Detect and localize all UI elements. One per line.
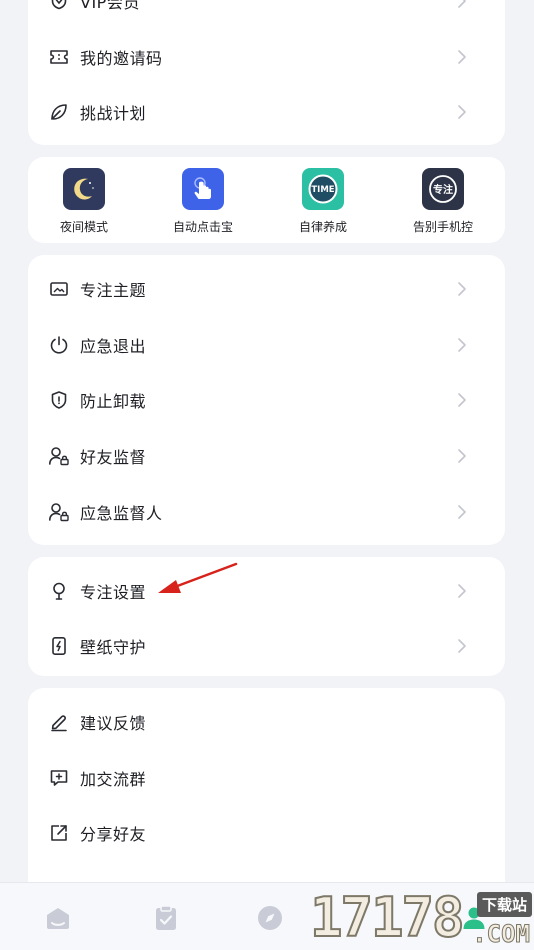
watermark-domain: .COM (472, 920, 531, 949)
power-icon (48, 334, 70, 356)
menu-label: 好友监督 (80, 448, 147, 467)
watermark-digits: 17178 (309, 885, 466, 950)
menu-label: 专注主题 (80, 281, 147, 300)
tool-night-mode[interactable]: 夜间模式 (24, 157, 144, 245)
image-icon (48, 278, 70, 300)
chevron-right-icon (458, 105, 466, 119)
menu-row-wallpaper-guard[interactable]: 壁纸守护 (28, 618, 505, 674)
tool-label: 自动点击宝 (172, 220, 233, 234)
menu-row-focus-settings[interactable]: 专注设置 (28, 563, 505, 619)
ticket-icon (48, 46, 70, 68)
tool-quit-phone-addiction[interactable]: 专注 告别手机控 (383, 157, 503, 245)
menu-label: 建议反馈 (80, 714, 147, 733)
menu-row-prevent-uninstall[interactable]: 防止卸载 (28, 372, 505, 428)
menu-row-join-group[interactable]: 加交流群 (28, 750, 505, 806)
pencil-icon (48, 711, 70, 733)
chevron-right-icon (458, 338, 466, 352)
menu-row-invite-code[interactable]: 我的邀请码 (28, 29, 505, 85)
menu-card-settings: 专注设置 壁纸守护 (28, 557, 505, 676)
share-icon (48, 822, 70, 844)
menu-label: 专注设置 (80, 583, 147, 602)
tool-label: 夜间模式 (59, 220, 108, 234)
menu-row-friend-supervision[interactable]: 好友监督 (28, 428, 505, 484)
menu-label: VIP会员 (80, 0, 140, 12)
tap-hand-icon (182, 168, 224, 210)
svg-text:专注: 专注 (433, 183, 453, 196)
menu-row-feedback[interactable]: 建议反馈 (28, 694, 505, 750)
menu-label: 防止卸载 (80, 392, 147, 411)
menu-card-focus: 专注主题 应急退出 防止卸载 好友监督 应急监督人 (28, 255, 505, 545)
menu-label: 分享好友 (80, 825, 147, 844)
vip-shield-icon (48, 0, 70, 12)
menu-row-challenge-plan[interactable]: 挑战计划 (28, 84, 505, 140)
chevron-right-icon (458, 50, 466, 64)
watermark-tag: 下载站 (476, 892, 532, 917)
leaf-icon (48, 101, 70, 123)
user-lock-icon (48, 501, 70, 523)
svg-text:TIME: TIME (311, 185, 334, 195)
chevron-right-icon (458, 393, 466, 407)
chevron-right-icon (458, 449, 466, 463)
tool-label: 自律养成 (298, 220, 347, 234)
tool-label: 告别手机控 (412, 220, 473, 234)
menu-row-share-friends[interactable]: 分享好友 (28, 805, 505, 861)
home-icon (47, 908, 69, 929)
chevron-right-icon (458, 0, 466, 8)
menu-row-vip[interactable]: VIP会员 (28, 0, 505, 29)
chevron-right-icon (458, 505, 466, 519)
chat-plus-icon (48, 767, 70, 789)
shield-icon (48, 389, 70, 411)
bulb-icon (48, 580, 70, 602)
focus-badge-icon: 专注 (422, 168, 464, 210)
chevron-right-icon (458, 584, 466, 598)
tool-self-discipline[interactable]: TIME 自律养成 (263, 157, 383, 245)
menu-label: 壁纸守护 (80, 638, 147, 657)
clipboard-check-icon (156, 905, 176, 930)
moon-icon (63, 168, 105, 210)
menu-label: 我的邀请码 (80, 49, 163, 68)
time-icon: TIME (302, 168, 344, 210)
annotation-arrow (158, 562, 238, 593)
phone-bolt-icon (48, 635, 70, 657)
menu-row-emergency-supervisor[interactable]: 应急监督人 (28, 484, 505, 540)
menu-card-account: VIP会员 我的邀请码 挑战计划 (28, 0, 505, 145)
menu-label: 加交流群 (80, 770, 147, 789)
user-lock-icon (48, 445, 70, 467)
compass-icon (258, 906, 282, 930)
site-watermark: 17178 下载站 .COM (309, 885, 534, 950)
menu-row-emergency-exit[interactable]: 应急退出 (28, 317, 505, 373)
chevron-right-icon (458, 282, 466, 296)
tab-discover[interactable] (255, 903, 285, 933)
tab-tasks[interactable] (151, 903, 181, 933)
chevron-right-icon (458, 639, 466, 653)
tools-grid-card: 夜间模式 自动点击宝 TIME 自律养成 专注 告别手机控 (28, 157, 505, 243)
tab-home[interactable] (43, 903, 73, 933)
menu-label: 应急退出 (80, 337, 147, 356)
tool-auto-clicker[interactable]: 自动点击宝 (143, 157, 263, 245)
menu-label: 应急监督人 (80, 504, 163, 523)
menu-row-focus-theme[interactable]: 专注主题 (28, 261, 505, 317)
menu-label: 挑战计划 (80, 104, 147, 123)
